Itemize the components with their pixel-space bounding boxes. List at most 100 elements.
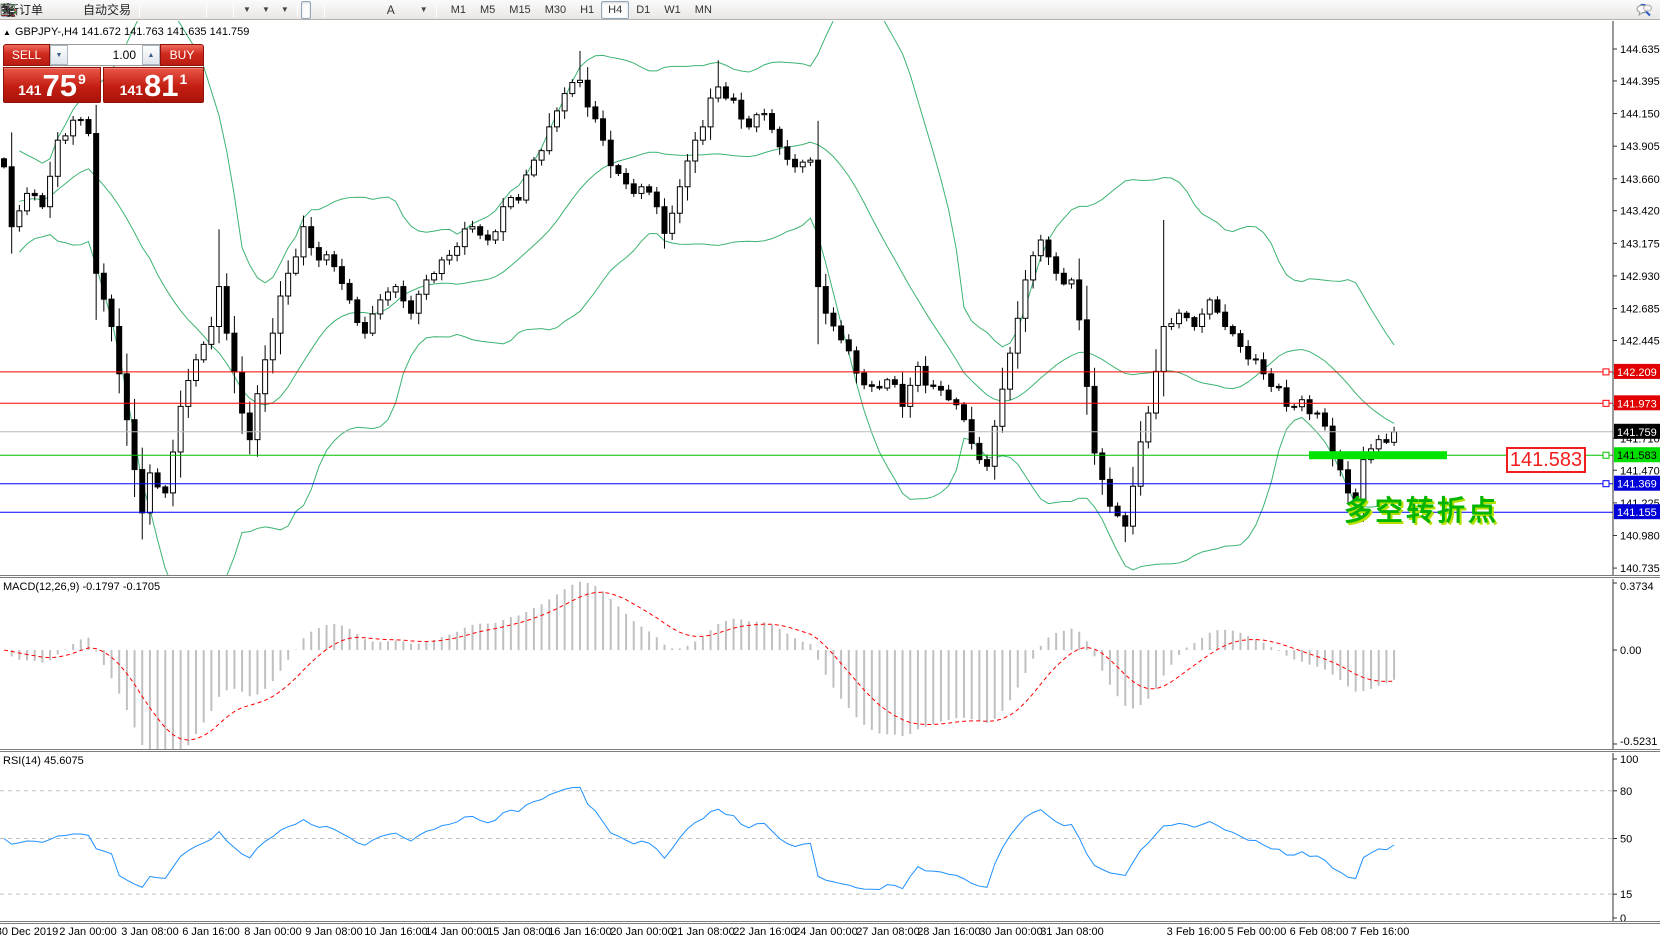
time-axis-label: 22 Jan 16:00 [733, 926, 797, 938]
svg-text:0: 0 [1620, 913, 1626, 921]
timeframe-W1[interactable]: W1 [657, 1, 688, 19]
svg-text:143.905: 143.905 [1620, 141, 1660, 153]
svg-text:140.980: 140.980 [1620, 530, 1660, 542]
gold-icon[interactable] [48, 1, 58, 19]
svg-text:140.735: 140.735 [1620, 563, 1660, 575]
rsi-panel[interactable]: 1008050150 [0, 753, 1660, 921]
symbol-info-line: ▲GBPJPY-,H4 141.672 141.763 141.635 141.… [3, 26, 249, 38]
chat-icon [1636, 2, 1652, 18]
time-axis-label: 9 Jan 08:00 [305, 926, 363, 938]
arrows-button[interactable]: ▼ [414, 1, 433, 19]
buy-price-big: 81 [144, 71, 178, 101]
autotrade-button[interactable]: 自动交易 [78, 1, 136, 19]
toolbar-separator [297, 3, 298, 17]
timeframe-H4[interactable]: H4 [601, 1, 629, 19]
time-axis-label: 27 Jan 08:00 [856, 926, 920, 938]
chart-window: ▲GBPJPY-,H4 141.672 141.763 141.635 141.… [0, 21, 1660, 940]
templates-button[interactable]: ▼ [275, 1, 294, 19]
equidistant-channel-button[interactable]: E [358, 1, 368, 19]
sell-price-big: 75 [43, 71, 77, 101]
community-icon[interactable] [58, 1, 68, 19]
sell-price-display[interactable]: 141759 [3, 67, 101, 103]
buy-price-prefix: 141 [120, 82, 143, 98]
time-axis-label: 14 Jan 00:00 [425, 926, 489, 938]
rsi-label: RSI(14) 45.6075 [3, 755, 84, 767]
signals-icon[interactable] [68, 1, 78, 19]
buy-button[interactable]: BUY [160, 44, 204, 66]
timeframe-D1[interactable]: D1 [629, 1, 657, 19]
toolbar-separator [139, 3, 140, 17]
fibonacci-button[interactable]: F [368, 1, 378, 19]
svg-text:-0.5231: -0.5231 [1620, 736, 1657, 748]
svg-text:144.395: 144.395 [1620, 76, 1660, 88]
buy-price-display[interactable]: 141811 [103, 67, 204, 103]
time-axis-label: 31 Jan 08:00 [1040, 926, 1104, 938]
timeframe-MN[interactable]: MN [688, 1, 719, 19]
indicators-button[interactable]: ▼ [237, 1, 256, 19]
periods-button[interactable]: ▼ [256, 1, 275, 19]
svg-text:141.759: 141.759 [1617, 427, 1657, 439]
timeframe-M15[interactable]: M15 [502, 1, 537, 19]
toolbar: 新订单 自动交易 ▼ ▼ ▼ E F A T ▼ M1M5M1 [0, 0, 1660, 20]
text-button[interactable]: A [378, 1, 404, 19]
svg-text:143.175: 143.175 [1620, 238, 1660, 250]
price-level-annotation[interactable]: 141.583 [1506, 447, 1586, 473]
svg-text:50: 50 [1620, 834, 1632, 846]
time-axis-label: 30 Jan 00:00 [979, 926, 1043, 938]
macd-panel[interactable]: 0.3734 0.00 -0.5231 [0, 579, 1660, 749]
timeframe-M1[interactable]: M1 [444, 1, 473, 19]
volume-input[interactable] [68, 45, 142, 65]
chat-button[interactable] [1646, 1, 1656, 19]
timeframe-M30[interactable]: M30 [538, 1, 573, 19]
volume-increase-button[interactable]: ▲ [142, 45, 160, 65]
svg-text:0.00: 0.00 [1620, 645, 1641, 657]
horizontal-line-button[interactable] [338, 1, 348, 19]
svg-text:141.155: 141.155 [1617, 507, 1657, 519]
time-axis-label: 7 Feb 16:00 [1351, 926, 1410, 938]
trendline-button[interactable] [348, 1, 358, 19]
turning-point-annotation[interactable]: 多空转折点 [1344, 489, 1499, 529]
svg-text:141.470: 141.470 [1620, 465, 1660, 477]
mt4-window: 新订单 自动交易 ▼ ▼ ▼ E F A T ▼ M1M5M1 [0, 0, 1660, 940]
svg-text:144.635: 144.635 [1620, 44, 1660, 56]
chart-shift-button[interactable] [220, 1, 230, 19]
volume-decrease-button[interactable]: ▼ [50, 45, 68, 65]
toolbar-separator [324, 3, 325, 17]
sell-button[interactable]: SELL [3, 44, 50, 66]
time-axis-label: 2 Jan 00:00 [59, 926, 117, 938]
text-label-button[interactable]: T [404, 1, 414, 19]
sell-price-prefix: 141 [18, 82, 41, 98]
autoscroll-button[interactable] [210, 1, 220, 19]
svg-text:141.369: 141.369 [1617, 479, 1657, 491]
time-axis-label: 20 Jan 00:00 [610, 926, 674, 938]
zoom-out-button[interactable] [183, 1, 193, 19]
crosshair-button[interactable] [311, 1, 321, 19]
time-axis-label: 3 Feb 16:00 [1167, 926, 1226, 938]
tile-windows-button[interactable] [193, 1, 203, 19]
macd-label: MACD(12,26,9) -0.1797 -0.1705 [3, 581, 160, 593]
time-axis-label: 28 Jan 16:00 [917, 926, 981, 938]
caret-down-icon: ▼ [281, 5, 289, 14]
arrows-icon [0, 2, 16, 18]
svg-text:100: 100 [1620, 754, 1638, 766]
chart-bars-button[interactable] [143, 1, 153, 19]
timeframe-H1[interactable]: H1 [573, 1, 601, 19]
volume-spinner: ▼ ▲ [50, 44, 160, 66]
panel-divider[interactable] [0, 921, 1660, 924]
svg-text:0.3734: 0.3734 [1620, 581, 1654, 593]
time-axis-label: 6 Jan 16:00 [182, 926, 240, 938]
zoom-in-button[interactable] [173, 1, 183, 19]
one-click-toggle-icon[interactable]: ▲ [3, 28, 11, 37]
vertical-line-button[interactable] [328, 1, 338, 19]
chart-candles-button[interactable] [153, 1, 163, 19]
cursor-button[interactable] [301, 1, 311, 19]
time-axis-label: 21 Jan 08:00 [671, 926, 735, 938]
text-icon: A [383, 2, 399, 18]
timeframe-M5[interactable]: M5 [473, 1, 502, 19]
time-axis[interactable]: 30 Dec 20192 Jan 00:003 Jan 08:006 Jan 1… [0, 923, 1660, 940]
panel-divider[interactable] [0, 749, 1660, 752]
panel-divider[interactable] [0, 575, 1660, 578]
svg-text:143.420: 143.420 [1620, 206, 1660, 218]
caret-down-icon: ▼ [420, 5, 428, 14]
chart-line-button[interactable] [163, 1, 173, 19]
